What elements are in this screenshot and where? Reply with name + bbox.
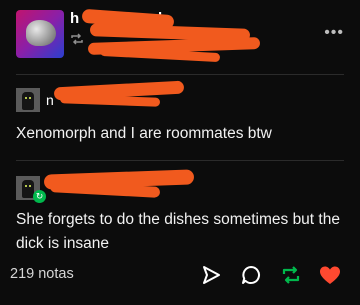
blog-name[interactable]: h: [70, 10, 79, 27]
reblog-button[interactable]: [280, 260, 306, 290]
reblog-badge-icon: ↻: [33, 190, 46, 203]
reblogger-avatar[interactable]: [16, 88, 40, 112]
blog-avatar[interactable]: [16, 10, 64, 58]
notes-count[interactable]: 219 notas: [10, 266, 74, 282]
like-button[interactable]: [318, 260, 344, 290]
reply-button[interactable]: [240, 260, 266, 290]
cat-avatar-image: [22, 92, 34, 110]
reblogger-name[interactable]: n: [46, 92, 54, 108]
post-header: h k •••: [0, 0, 360, 74]
post-footer: 219 notas: [0, 254, 360, 299]
share-button[interactable]: [200, 260, 226, 290]
divider: [16, 74, 344, 75]
post-text: Xenomorph and I are roommates btw: [16, 125, 272, 142]
reblog-icon: [70, 33, 84, 48]
post-text: She forgets to do the dishes sometimes b…: [16, 211, 340, 252]
more-options-button[interactable]: •••: [324, 24, 344, 42]
like-icon: [320, 266, 340, 284]
divider: [16, 160, 344, 161]
reply-icon: [242, 266, 260, 284]
reblog-icon: [282, 266, 300, 284]
share-icon: [203, 266, 220, 284]
redaction-scribble: [59, 94, 161, 107]
avatar-image: [26, 20, 56, 46]
